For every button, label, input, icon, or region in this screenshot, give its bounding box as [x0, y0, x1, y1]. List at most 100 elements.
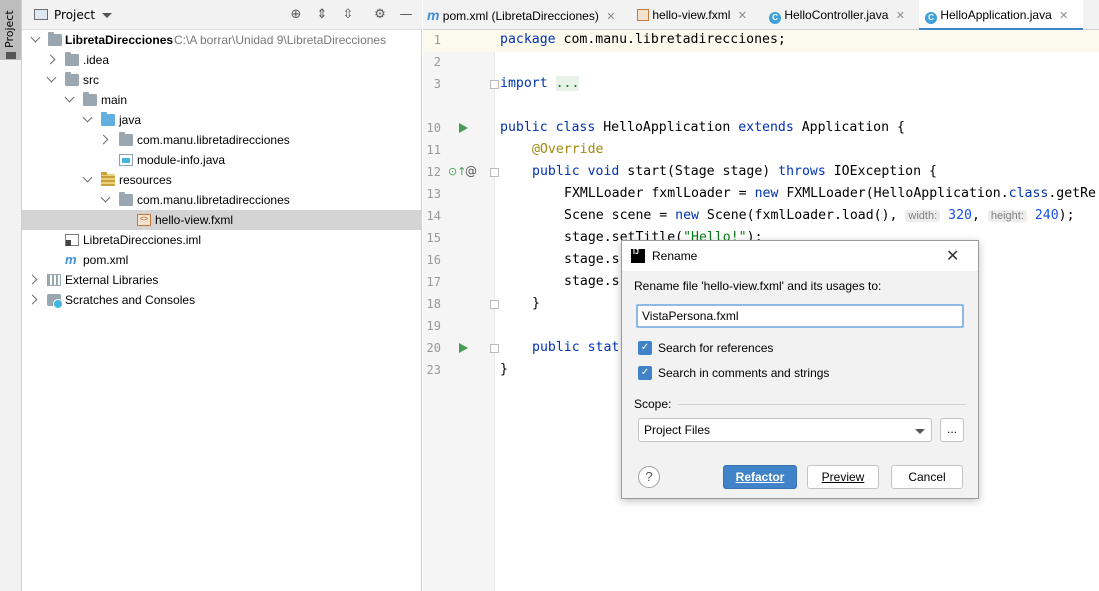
close-icon[interactable]: ✕	[738, 10, 747, 22]
gear-icon[interactable]: ⚙	[372, 7, 388, 23]
tree-item-label: Scratches and Consoles	[65, 293, 196, 307]
search-references-label: Search for references	[658, 341, 774, 355]
scratches-icon	[47, 294, 63, 309]
override-icon[interactable]: ⊙↑	[448, 165, 466, 178]
run-icon[interactable]	[459, 343, 468, 353]
tab-hello-application[interactable]: C HelloApplication.java ✕	[919, 0, 1083, 31]
code-line: }	[500, 362, 508, 377]
folder-icon	[119, 192, 133, 206]
tree-item-label: External Libraries	[65, 273, 159, 287]
intellij-logo-icon: IJ	[631, 249, 645, 263]
tree-item-scratches[interactable]: Scratches and Consoles	[22, 290, 422, 310]
tab-pom-xml[interactable]: m pom.xml (LibretaDirecciones) ✕	[427, 0, 627, 30]
cancel-button[interactable]: Cancel	[891, 465, 963, 489]
annotation-icon[interactable]: @	[465, 164, 477, 178]
tab-label: pom.xml (LibretaDirecciones)	[442, 9, 599, 23]
tree-item-package-java[interactable]: com.manu.libretadirecciones	[22, 130, 422, 150]
chevron-down-icon[interactable]	[102, 13, 112, 18]
code-line: public void start(Stage stage) throws IO…	[532, 164, 937, 179]
scope-select[interactable]: Project Files	[638, 418, 932, 442]
source-folder-icon	[101, 112, 115, 126]
tab-hello-view-fxml[interactable]: hello-view.fxml ✕	[637, 0, 767, 30]
tree-item-label: com.manu.libretadirecciones	[137, 133, 290, 147]
collapse-all-icon[interactable]: ⇳	[340, 7, 356, 23]
tree-item-resources[interactable]: resources	[22, 170, 422, 190]
dialog-titlebar[interactable]: IJ Rename ✕	[622, 241, 978, 271]
tree-item-project-root[interactable]: LibretaDirecciones C:\A borrar\Unidad 9\…	[22, 30, 422, 50]
code-line: stage.s	[564, 274, 620, 289]
tree-item-pom[interactable]: m pom.xml	[22, 250, 422, 270]
collapse-arrow-icon[interactable]	[45, 54, 56, 65]
line-number: 10	[426, 121, 441, 135]
scope-more-button[interactable]: ...	[940, 418, 964, 442]
fold-marker-icon[interactable]	[490, 168, 499, 177]
preview-button[interactable]: Preview	[807, 465, 879, 489]
search-references-checkbox[interactable]: ✓	[638, 341, 652, 355]
expand-arrow-icon[interactable]	[100, 192, 111, 203]
close-icon[interactable]: ✕	[1059, 10, 1068, 22]
package-icon	[119, 132, 133, 146]
tree-item-label: module-info.java	[137, 153, 226, 167]
java-file-icon	[119, 154, 133, 166]
library-icon	[47, 274, 61, 286]
tree-item-main[interactable]: main	[22, 90, 422, 110]
expand-arrow-icon[interactable]	[82, 172, 93, 183]
tree-item-module-info[interactable]: module-info.java	[22, 150, 422, 170]
separator	[678, 404, 966, 405]
line-number: 14	[426, 209, 441, 223]
folder-icon	[65, 52, 79, 66]
tree-item-hello-view[interactable]: <> hello-view.fxml	[22, 210, 422, 230]
folder-icon	[6, 52, 16, 59]
collapse-arrow-icon[interactable]	[98, 134, 109, 145]
project-tool-window-tab[interactable]: Project	[0, 0, 21, 60]
locate-icon[interactable]: ⊕	[288, 7, 304, 23]
code-line: Scene scene = new Scene(fxmlLoader.load(…	[564, 208, 1075, 223]
close-icon[interactable]: ✕	[606, 11, 615, 23]
project-stripe-label: Project	[3, 10, 16, 48]
tree-item-label: pom.xml	[83, 253, 129, 267]
line-number: 18	[426, 297, 441, 311]
tree-item-package-resources[interactable]: com.manu.libretadirecciones	[22, 190, 422, 210]
project-panel-header: Project ⊕ ⇕ ⇳ ⚙ —	[22, 0, 422, 30]
run-icon[interactable]	[459, 123, 468, 133]
close-icon[interactable]: ✕	[946, 246, 959, 266]
minimize-icon[interactable]: —	[398, 7, 414, 23]
tree-item-label: .idea	[83, 53, 110, 67]
folded-imports[interactable]: ...	[555, 76, 580, 91]
tree-item-idea[interactable]: .idea	[22, 50, 422, 70]
refactor-button[interactable]: Refactor	[723, 465, 797, 489]
tree-item-iml[interactable]: LibretaDirecciones.iml	[22, 230, 422, 250]
expand-all-icon[interactable]: ⇕	[314, 7, 330, 23]
tab-hello-controller[interactable]: C HelloController.java ✕	[769, 0, 917, 30]
line-number: 12	[426, 165, 441, 179]
tree-item-src[interactable]: src	[22, 70, 422, 90]
tree-item-path: C:\A borrar\Unidad 9\LibretaDirecciones	[174, 33, 387, 47]
folder-icon	[65, 72, 79, 86]
new-name-input[interactable]: VistaPersona.fxml	[636, 304, 964, 328]
fold-marker-icon[interactable]	[490, 80, 499, 89]
param-hint: width:	[905, 210, 941, 222]
fxml-file-icon: <>	[137, 214, 151, 226]
class-icon: C	[769, 12, 781, 24]
folder-icon	[83, 92, 97, 106]
fold-marker-icon[interactable]	[490, 300, 499, 309]
expand-arrow-icon[interactable]	[82, 112, 93, 123]
help-button[interactable]: ?	[638, 466, 660, 488]
chevron-down-icon[interactable]	[915, 429, 925, 434]
collapse-arrow-icon[interactable]	[27, 294, 38, 305]
fold-marker-icon[interactable]	[490, 344, 499, 353]
tree-item-external-libraries[interactable]: External Libraries	[22, 270, 422, 290]
line-number: 16	[426, 253, 441, 267]
line-number: 17	[426, 275, 441, 289]
expand-arrow-icon[interactable]	[30, 32, 41, 43]
close-icon[interactable]: ✕	[896, 10, 905, 22]
tree-item-label: LibretaDirecciones.iml	[83, 233, 202, 247]
search-comments-checkbox[interactable]: ✓	[638, 366, 652, 380]
expand-arrow-icon[interactable]	[64, 92, 75, 103]
expand-arrow-icon[interactable]	[46, 72, 57, 83]
tab-label: HelloController.java	[784, 8, 889, 22]
collapse-arrow-icon[interactable]	[27, 274, 38, 285]
project-view-selector[interactable]: Project	[54, 8, 95, 22]
tree-item-java[interactable]: java	[22, 110, 422, 130]
code-line: public class HelloApplication extends Ap…	[500, 120, 905, 135]
